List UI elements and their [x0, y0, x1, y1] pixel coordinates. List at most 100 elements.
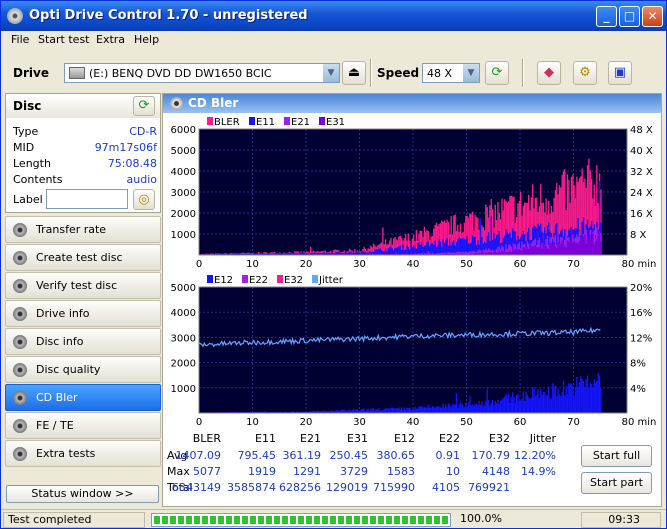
- series-bar: [521, 250, 523, 255]
- series-bar: [530, 245, 533, 255]
- menu-start-test[interactable]: Start test: [38, 33, 90, 46]
- series-bar: [577, 386, 579, 413]
- series-bar: [514, 402, 517, 413]
- series-bar: [572, 385, 574, 413]
- series-bar: [588, 387, 590, 413]
- menu-file[interactable]: File: [11, 33, 29, 46]
- series-bar: [466, 235, 468, 255]
- series-bar: [580, 236, 582, 255]
- erase-button[interactable]: ◆: [537, 61, 561, 85]
- series-bar: [541, 248, 543, 255]
- nav-create-test-disc[interactable]: Create test disc: [5, 244, 161, 271]
- series-bar: [439, 241, 442, 255]
- series-bar: [398, 407, 400, 413]
- series-bar: [554, 385, 557, 413]
- progress-text: 100.0%: [460, 512, 502, 525]
- series-bar: [569, 383, 571, 413]
- series-bar: [553, 241, 555, 255]
- series-bar: [530, 397, 533, 413]
- series-bar: [506, 395, 508, 413]
- drive-label: Drive: [13, 66, 49, 80]
- series-bar: [409, 407, 411, 413]
- nav-disc-info[interactable]: Disc info: [5, 328, 161, 355]
- menu-help[interactable]: Help: [134, 33, 159, 46]
- nav-label: Disc info: [36, 335, 84, 348]
- nav-extra-tests[interactable]: Extra tests: [5, 440, 161, 467]
- maximize-button[interactable]: □: [619, 6, 640, 27]
- series-bar: [458, 404, 460, 413]
- series-bar: [548, 249, 550, 255]
- status-window-button[interactable]: Status window >>: [6, 485, 159, 503]
- series-bar: [546, 394, 549, 413]
- chevron-down-icon[interactable]: ▼: [322, 64, 339, 82]
- disc-refresh-button[interactable]: ⟳: [133, 96, 155, 116]
- series-bar: [470, 405, 472, 413]
- nav-fe-te[interactable]: FE / TE: [5, 412, 161, 439]
- disc-icon: [13, 391, 27, 405]
- x-tick-label: 60: [514, 417, 527, 428]
- series-bar: [415, 408, 418, 413]
- series-bar: [378, 408, 380, 413]
- series-bar: [549, 398, 551, 413]
- nav-cd-bler[interactable]: CD Bler: [5, 384, 161, 411]
- series-bar: [566, 240, 569, 255]
- y-tick-label: 4000: [171, 167, 196, 178]
- series-bar: [422, 407, 424, 413]
- series-bar: [597, 373, 599, 413]
- series-bar: [522, 247, 525, 255]
- series-bar: [573, 240, 575, 255]
- settings-button[interactable]: ⚙: [573, 61, 597, 85]
- series-bar: [479, 405, 482, 413]
- label-apply-button[interactable]: ◎: [133, 189, 155, 210]
- series-bar: [557, 242, 559, 255]
- stats-cell: 1407.09: [175, 449, 222, 462]
- nav-drive-info[interactable]: Drive info: [5, 300, 161, 327]
- series-bar: [516, 395, 518, 413]
- nav-disc-quality[interactable]: Disc quality: [5, 356, 161, 383]
- minimize-button[interactable]: _: [596, 6, 617, 27]
- nav-transfer-rate[interactable]: Transfer rate: [5, 216, 161, 243]
- refresh-speed-button[interactable]: ⟳: [485, 61, 509, 85]
- x-tick-label: 0: [196, 259, 202, 270]
- close-button[interactable]: ✕: [642, 6, 663, 27]
- series-bar: [513, 397, 515, 413]
- legend-swatch: [312, 275, 318, 283]
- eject-button[interactable]: ⏏: [342, 61, 366, 85]
- disc-icon: [13, 363, 27, 377]
- start-part-button[interactable]: Start part: [581, 472, 652, 494]
- series-bar: [477, 405, 479, 413]
- disc-icon: [13, 447, 27, 461]
- series-bar: [419, 244, 422, 255]
- series-bar: [482, 405, 484, 413]
- series-bar: [565, 247, 567, 255]
- series-bar: [592, 233, 594, 255]
- x-tick-label: 20: [300, 417, 313, 428]
- disc-row-key: Type: [13, 125, 39, 138]
- save-button[interactable]: ▣: [608, 61, 632, 85]
- series-bar: [370, 408, 372, 413]
- y-tick-label: 1000: [171, 384, 196, 395]
- series-bar: [580, 376, 582, 413]
- menu-bar: File Start test Extra Help: [1, 31, 666, 50]
- series-bar: [565, 386, 567, 413]
- chevron-down-icon[interactable]: ▼: [462, 64, 479, 82]
- label-input[interactable]: [46, 189, 128, 209]
- nav-verify-test-disc[interactable]: Verify test disc: [5, 272, 161, 299]
- drive-select[interactable]: (E:) BENQ DVD DD DW1650 BCIC ▼: [64, 63, 340, 83]
- series-bar: [545, 395, 547, 413]
- start-full-button[interactable]: Start full: [581, 445, 652, 467]
- series-bar: [471, 404, 474, 413]
- stats-cell: 6343149: [172, 481, 221, 494]
- speed-select[interactable]: 48 X ▼: [422, 63, 480, 83]
- refresh-icon: ⟳: [491, 65, 503, 80]
- series-bar: [491, 399, 494, 413]
- series-bar: [378, 248, 380, 255]
- disc-icon: [13, 335, 27, 349]
- left-panel: Disc ⟳ Type CD-R MID 97m17s06f Length 75:08…: [5, 93, 161, 507]
- series-bar: [541, 395, 543, 413]
- series-bar: [522, 391, 525, 413]
- series-bar: [430, 243, 432, 255]
- title-bar[interactable]: Opti Drive Control 1.70 - unregistered _…: [1, 1, 666, 31]
- menu-extra[interactable]: Extra: [96, 33, 125, 46]
- series-bar: [590, 384, 593, 413]
